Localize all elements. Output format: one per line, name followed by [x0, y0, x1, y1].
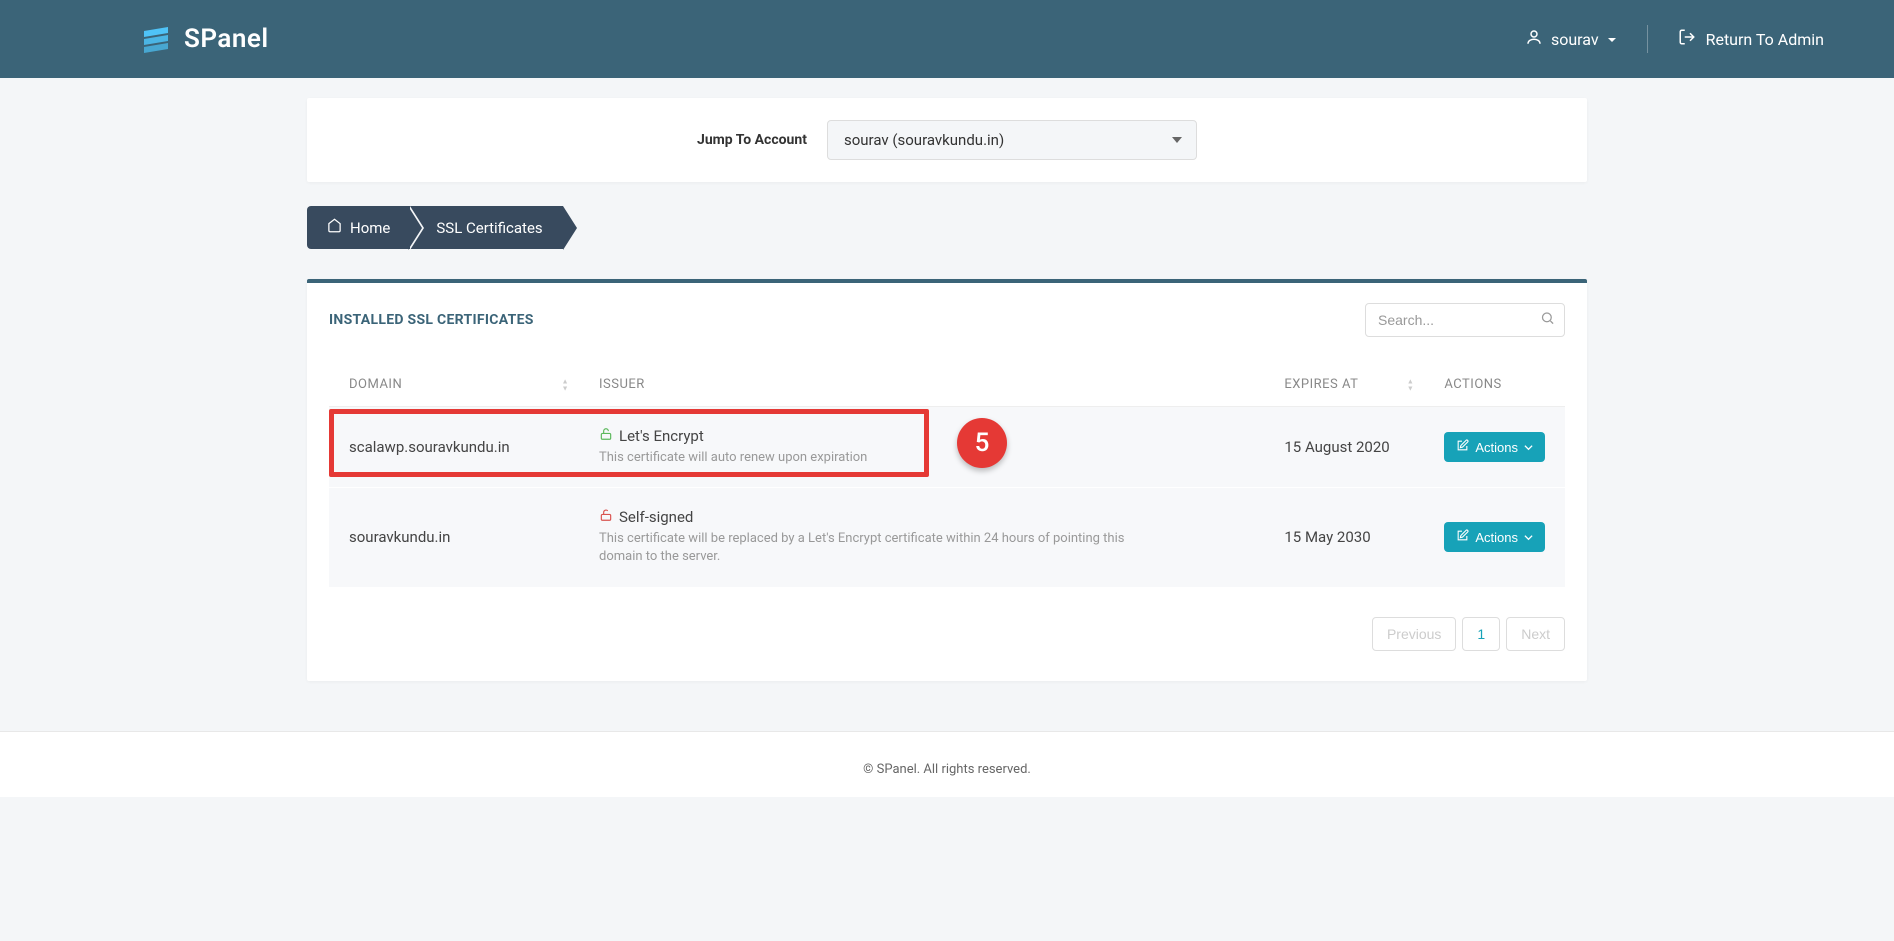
- chevron-down-icon: [1607, 30, 1617, 49]
- return-admin-label: Return To Admin: [1706, 30, 1824, 49]
- home-icon: [327, 218, 342, 237]
- breadcrumb-home[interactable]: Home: [307, 206, 408, 249]
- certificates-table: DOMAIN ▲▼ ISSUER EXPIRES AT ▲▼ ACTIONS: [329, 363, 1565, 587]
- next-button[interactable]: Next: [1506, 617, 1565, 651]
- cell-actions: Actions: [1424, 488, 1565, 587]
- col-actions: ACTIONS: [1424, 363, 1565, 407]
- col-domain[interactable]: DOMAIN ▲▼: [329, 363, 579, 407]
- table-row: scalawp.souravkundu.in Let's Encrypt Thi…: [329, 407, 1565, 488]
- header: SPanel sourav Return To Admin: [0, 0, 1894, 78]
- jump-label: Jump To Account: [697, 132, 807, 148]
- sort-icon: ▲▼: [562, 378, 569, 391]
- annotation-step-badge: 5: [957, 418, 1007, 468]
- cell-expires: 15 May 2030: [1264, 488, 1424, 587]
- header-right: sourav Return To Admin: [1515, 22, 1834, 56]
- brand[interactable]: SPanel: [140, 23, 269, 55]
- jump-to-account-bar: Jump To Account sourav (souravkundu.in): [307, 98, 1587, 182]
- lock-icon: [599, 427, 613, 445]
- prev-button[interactable]: Previous: [1372, 617, 1456, 651]
- return-to-admin-link[interactable]: Return To Admin: [1668, 22, 1834, 56]
- chevron-down-icon: [1524, 440, 1533, 455]
- search-wrap: [1365, 303, 1565, 337]
- breadcrumb: Home SSL Certificates: [307, 206, 1587, 249]
- cell-actions: Actions: [1424, 407, 1565, 488]
- actions-button[interactable]: Actions: [1444, 432, 1545, 462]
- header-divider: [1647, 25, 1648, 53]
- page-1-button[interactable]: 1: [1462, 617, 1500, 651]
- breadcrumb-current-label: SSL Certificates: [436, 219, 542, 237]
- account-select[interactable]: sourav (souravkundu.in): [827, 120, 1197, 160]
- ssl-certificates-card: INSTALLED SSL CERTIFICATES DOMAIN ▲▼: [307, 279, 1587, 681]
- edit-icon: [1456, 439, 1469, 455]
- search-input[interactable]: [1365, 303, 1565, 337]
- cell-domain: scalawp.souravkundu.in: [329, 407, 579, 488]
- pagination: Previous 1 Next: [329, 617, 1565, 651]
- cell-expires: 15 August 2020: [1264, 407, 1424, 488]
- user-icon: [1525, 28, 1543, 50]
- sort-icon: ▲▼: [1407, 378, 1414, 391]
- table-wrap: DOMAIN ▲▼ ISSUER EXPIRES AT ▲▼ ACTIONS: [307, 363, 1587, 587]
- user-menu[interactable]: sourav: [1515, 22, 1627, 56]
- col-issuer[interactable]: ISSUER: [579, 363, 1264, 407]
- actions-button[interactable]: Actions: [1444, 522, 1545, 552]
- card-title: INSTALLED SSL CERTIFICATES: [329, 312, 534, 328]
- brand-name: SPanel: [184, 24, 269, 54]
- lock-open-icon: [599, 508, 613, 526]
- col-expires[interactable]: EXPIRES AT ▲▼: [1264, 363, 1424, 407]
- cell-domain: souravkundu.in: [329, 488, 579, 587]
- username-label: sourav: [1551, 30, 1599, 49]
- cell-issuer: Self-signed This certificate will be rep…: [579, 488, 1264, 587]
- breadcrumb-home-label: Home: [350, 219, 390, 237]
- chevron-down-icon: [1524, 530, 1533, 545]
- brand-logo-icon: [140, 23, 172, 55]
- footer: © SPanel. All rights reserved.: [0, 731, 1894, 797]
- search-icon: [1540, 311, 1555, 330]
- card-header: INSTALLED SSL CERTIFICATES: [307, 283, 1587, 347]
- cell-issuer: Let's Encrypt This certificate will auto…: [579, 407, 1264, 488]
- logout-icon: [1678, 28, 1696, 50]
- account-select-value: sourav (souravkundu.in): [844, 131, 1004, 149]
- table-row: souravkundu.in Self-signed This certific…: [329, 488, 1565, 587]
- breadcrumb-current[interactable]: SSL Certificates: [408, 206, 562, 249]
- edit-icon: [1456, 529, 1469, 545]
